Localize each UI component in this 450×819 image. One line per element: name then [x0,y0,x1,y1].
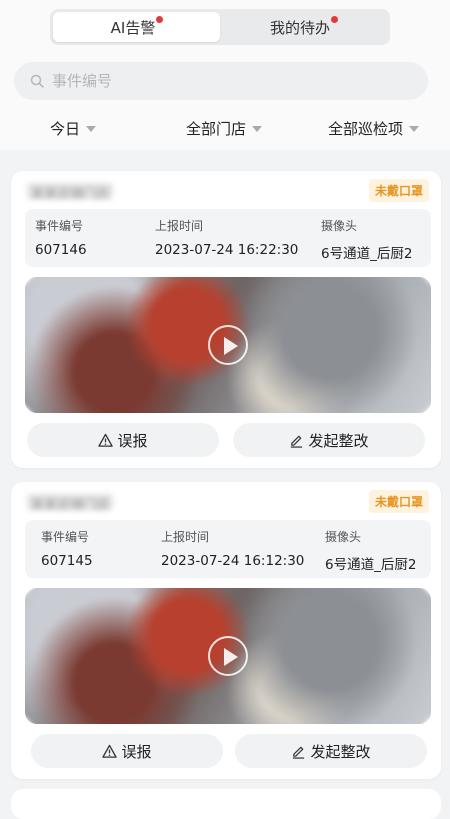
event-id-value: 607145 [41,553,93,569]
tab-switcher: AI告警 我的待办 [50,9,390,45]
filter-label: 全部巡检项 [328,120,404,138]
button-label: 误报 [121,742,152,761]
camera-value: 6号通道_后厨2 [321,246,413,262]
button-label: 误报 [117,431,148,450]
event-id-label: 事件编号 [41,530,90,544]
event-info: 事件编号 607146 上报时间 2023-07-24 16:22:30 摄像头… [25,209,431,267]
tab-my-todo[interactable]: 我的待办 [220,12,387,42]
tab-ai-alerts[interactable]: AI告警 [53,12,220,42]
camera-label: 摄像头 [325,530,362,544]
report-time-value: 2023-07-24 16:22:30 [155,242,299,258]
event-id-value: 607146 [35,242,87,258]
status-badge: 未戴口罩 [368,490,429,513]
camera-value: 6号通道_后厨2 [325,557,417,573]
alert-card[interactable]: 某某店铺门店 未戴口罩 事件编号 607145 上报时间 2023-07-24 … [11,482,441,779]
event-id-col: 事件编号 607145 [41,528,93,569]
camera-col: 摄像头 6号通道_后厨2 [325,528,416,573]
report-time-value: 2023-07-24 16:12:30 [161,553,305,569]
false-alarm-button[interactable]: 误报 [27,423,219,457]
report-time-label: 上报时间 [155,219,204,233]
edit-icon [293,746,305,759]
search-input[interactable] [50,71,384,91]
report-time-col: 上报时间 2023-07-24 16:12:30 [161,528,304,569]
camera-label: 摄像头 [321,219,358,233]
button-label: 发起整改 [308,431,369,450]
caret-down-icon [86,125,97,132]
event-info: 事件编号 607145 上报时间 2023-07-24 16:12:30 摄像头… [25,520,431,578]
report-time-label: 上报时间 [161,530,210,544]
video-thumbnail[interactable] [25,277,431,413]
filter-label: 全部门店 [186,120,247,138]
event-id-col: 事件编号 607146 [35,217,87,258]
tab-label: 我的待办 [269,18,330,37]
play-icon[interactable] [208,636,248,676]
report-time-col: 上报时间 2023-07-24 16:22:30 [155,217,298,258]
alert-card-partial [11,789,441,819]
tab-label: AI告警 [110,18,156,37]
start-rectification-button[interactable]: 发起整改 [233,423,425,457]
notification-dot [331,15,338,23]
filter-bar: 今日 全部门店 全部巡检项 [0,118,450,142]
false-alarm-button[interactable]: 误报 [31,734,223,768]
filter-inspection-item[interactable]: 全部巡检项 [328,118,420,139]
header-area: AI告警 我的待办 今日 全部门店 全部巡检项 [0,0,450,150]
store-name: 某某店铺门店 [27,494,114,513]
notification-dot [156,15,164,23]
warning-icon [98,433,114,447]
event-id-label: 事件编号 [35,219,84,233]
filter-store[interactable]: 全部门店 [186,118,263,139]
search-bar[interactable] [14,62,428,100]
start-rectification-button[interactable]: 发起整改 [235,734,427,768]
button-label: 发起整改 [310,742,371,761]
camera-col: 摄像头 6号通道_后厨2 [321,217,412,262]
filter-label: 今日 [50,120,81,138]
video-thumbnail[interactable] [25,588,431,724]
edit-icon [291,435,303,448]
alert-card[interactable]: 某某店铺门店 未戴口罩 事件编号 607146 上报时间 2023-07-24 … [11,171,441,468]
filter-date[interactable]: 今日 [50,118,97,139]
status-badge: 未戴口罩 [368,179,429,202]
caret-down-icon [252,125,263,132]
warning-icon [102,744,118,758]
play-icon[interactable] [208,325,248,365]
search-icon [30,74,44,88]
caret-down-icon [409,125,420,132]
store-name: 某某店铺门店 [27,183,114,202]
